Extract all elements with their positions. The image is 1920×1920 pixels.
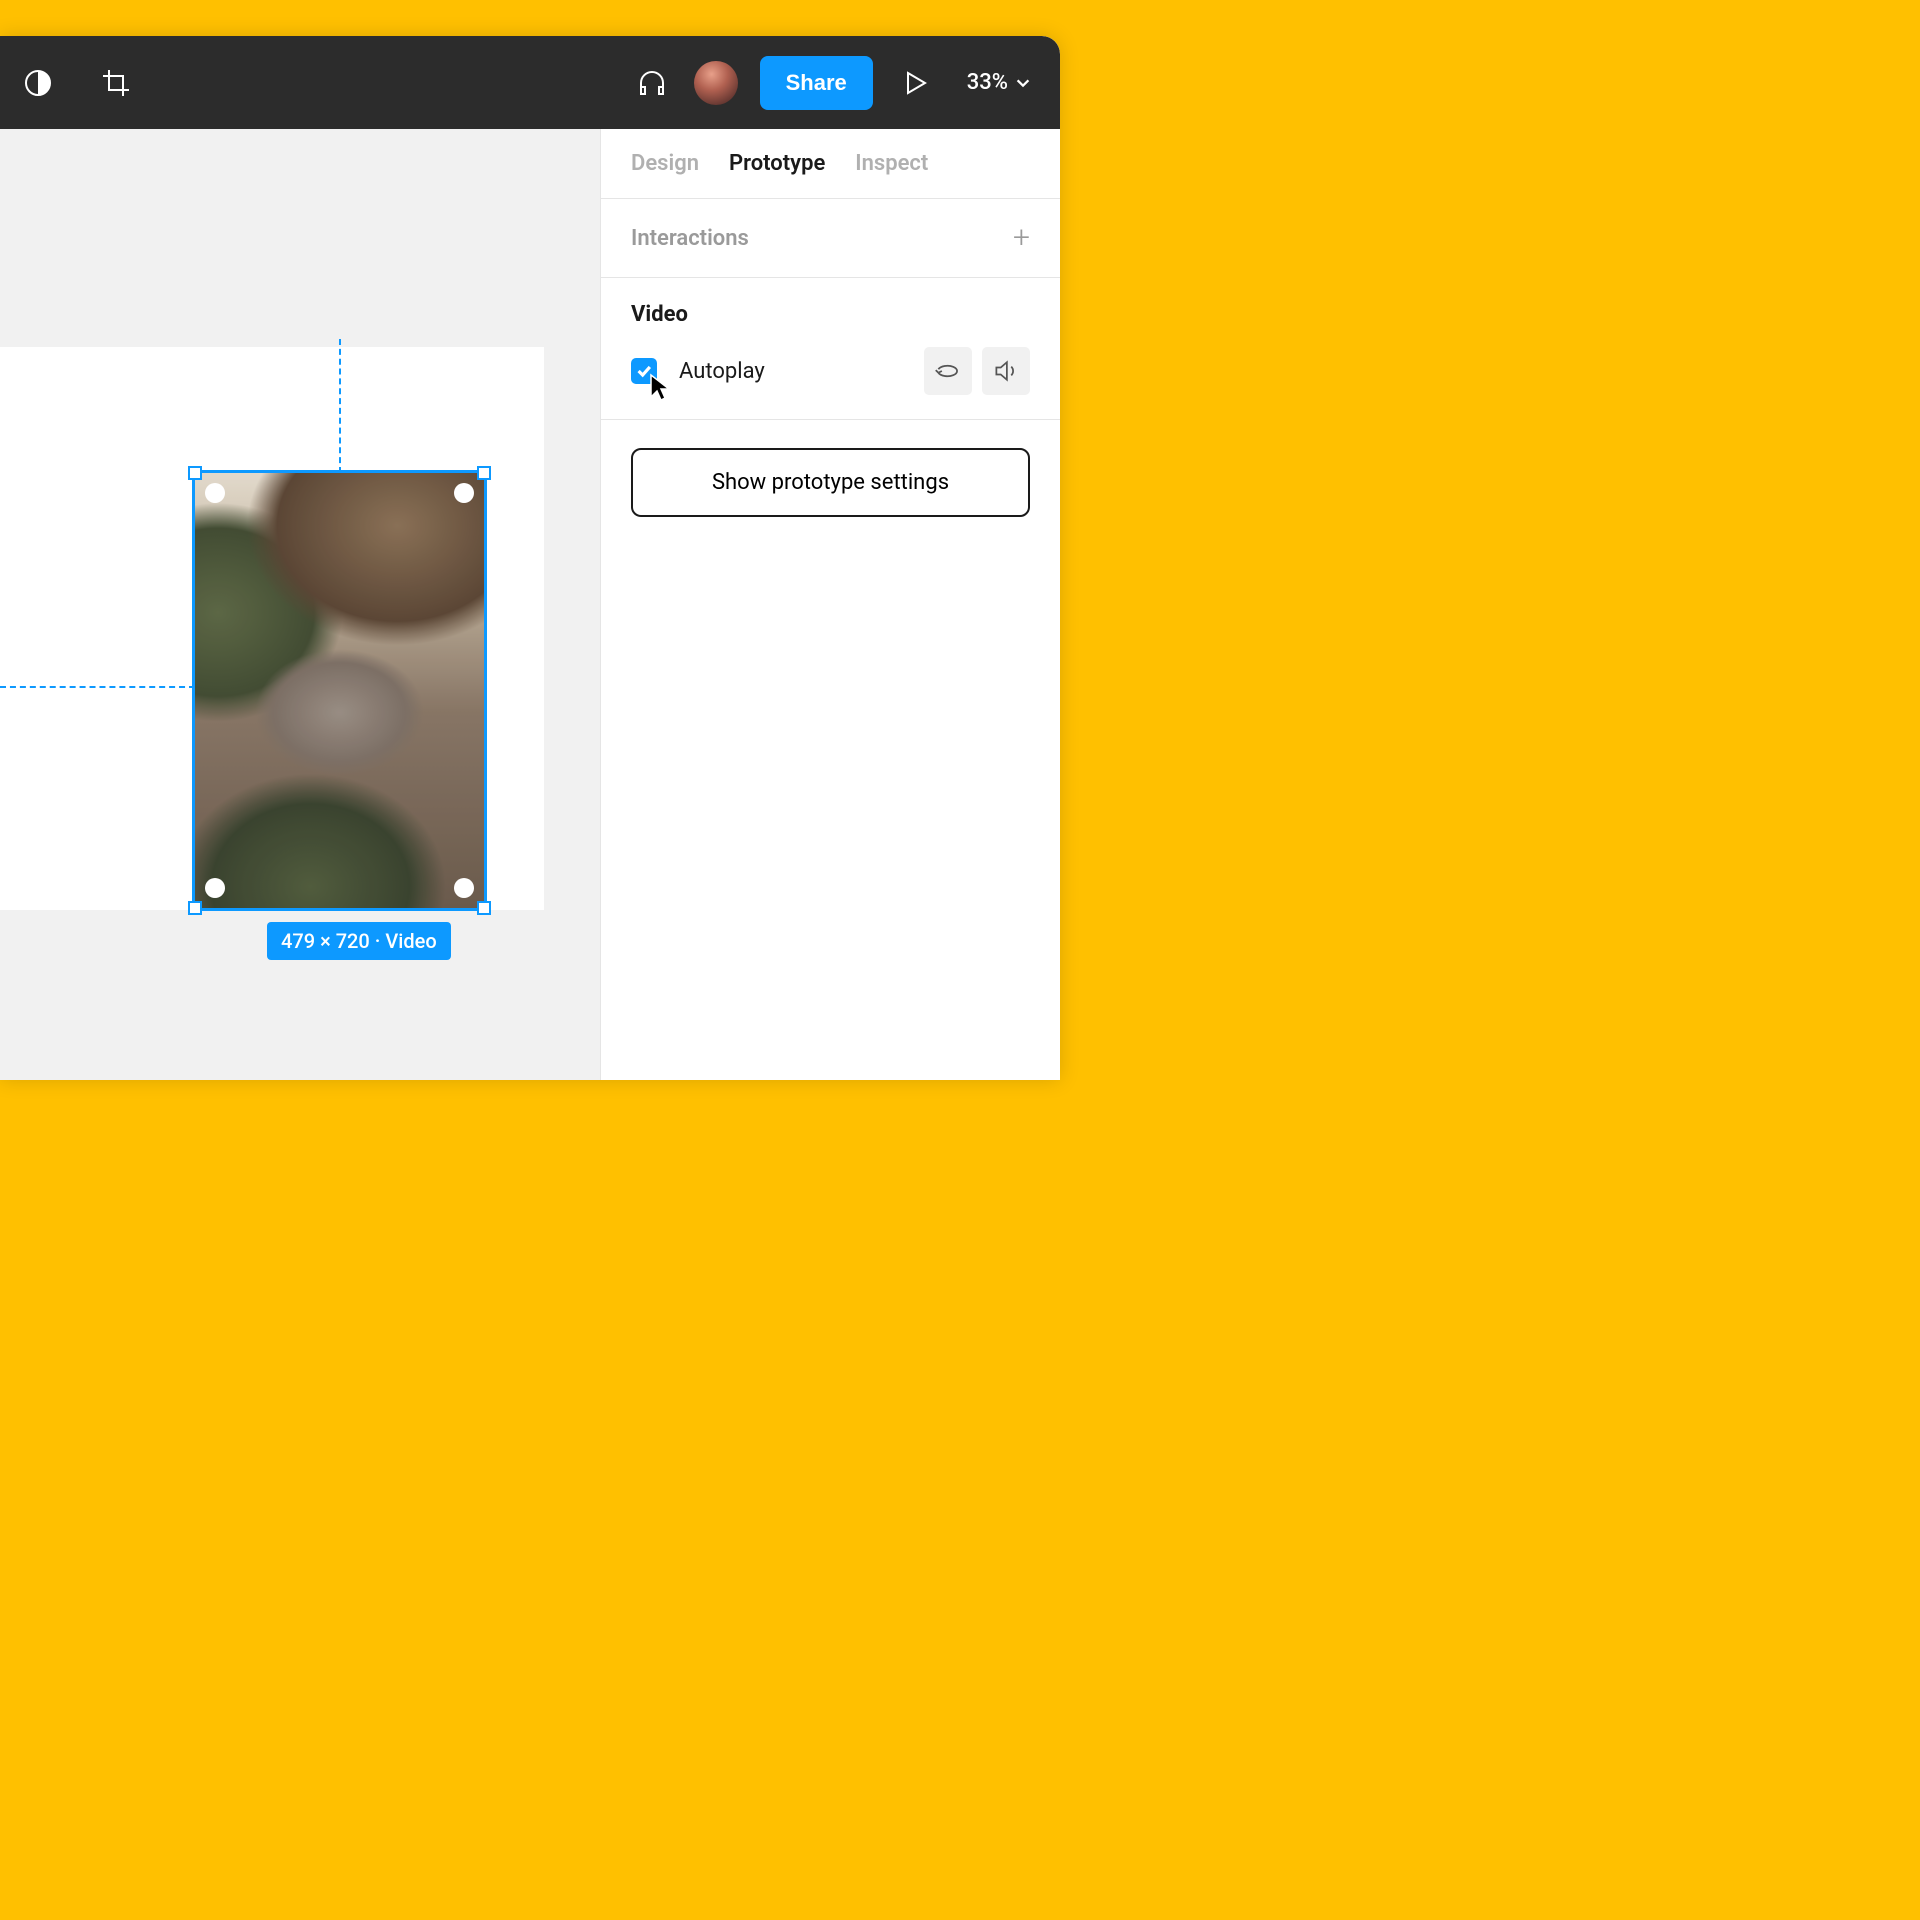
canvas[interactable]: 479 × 720 · Video: [0, 129, 600, 1080]
selection-dimensions-badge: 479 × 720 · Video: [267, 922, 451, 960]
app-window: Share 33%: [0, 36, 1060, 1080]
contrast-icon[interactable]: [18, 63, 58, 103]
selected-video-layer[interactable]: [195, 473, 484, 908]
zoom-value: 33%: [967, 70, 1008, 95]
crop-icon[interactable]: [96, 63, 136, 103]
tab-inspect[interactable]: Inspect: [855, 151, 928, 176]
share-button[interactable]: Share: [760, 56, 873, 110]
add-interaction-button[interactable]: +: [1013, 223, 1030, 253]
sound-button[interactable]: [982, 347, 1030, 395]
video-thumbnail: [195, 473, 484, 908]
panel-tabs: Design Prototype Inspect: [601, 129, 1060, 199]
interactions-section: Interactions +: [601, 199, 1060, 278]
speaker-icon: [992, 357, 1020, 385]
video-section: Video Autoplay: [601, 278, 1060, 420]
corner-radius-handle[interactable]: [205, 878, 225, 898]
avatar[interactable]: [694, 61, 738, 105]
video-heading: Video: [631, 302, 1030, 327]
tab-prototype[interactable]: Prototype: [729, 151, 825, 176]
loop-button[interactable]: [924, 347, 972, 395]
corner-radius-handle[interactable]: [205, 483, 225, 503]
loop-icon: [934, 357, 962, 385]
headphones-icon[interactable]: [632, 63, 672, 103]
show-prototype-settings-button[interactable]: Show prototype settings: [631, 448, 1030, 517]
chevron-down-icon: [1014, 74, 1032, 92]
alignment-guide-horizontal: [0, 686, 195, 688]
resize-handle[interactable]: [477, 901, 491, 915]
resize-handle[interactable]: [188, 466, 202, 480]
resize-handle[interactable]: [477, 466, 491, 480]
corner-radius-handle[interactable]: [454, 878, 474, 898]
alignment-guide-vertical: [339, 339, 341, 473]
play-icon[interactable]: [895, 63, 935, 103]
main-area: 479 × 720 · Video Design Prototype Inspe…: [0, 129, 1060, 1080]
resize-handle[interactable]: [188, 901, 202, 915]
tab-design[interactable]: Design: [631, 151, 699, 176]
corner-radius-handle[interactable]: [454, 483, 474, 503]
autoplay-checkbox[interactable]: [631, 358, 657, 384]
interactions-heading: Interactions: [631, 226, 749, 251]
autoplay-label: Autoplay: [679, 359, 914, 384]
zoom-dropdown[interactable]: 33%: [967, 70, 1032, 95]
top-toolbar: Share 33%: [0, 36, 1060, 129]
right-panel: Design Prototype Inspect Interactions + …: [600, 129, 1060, 1080]
